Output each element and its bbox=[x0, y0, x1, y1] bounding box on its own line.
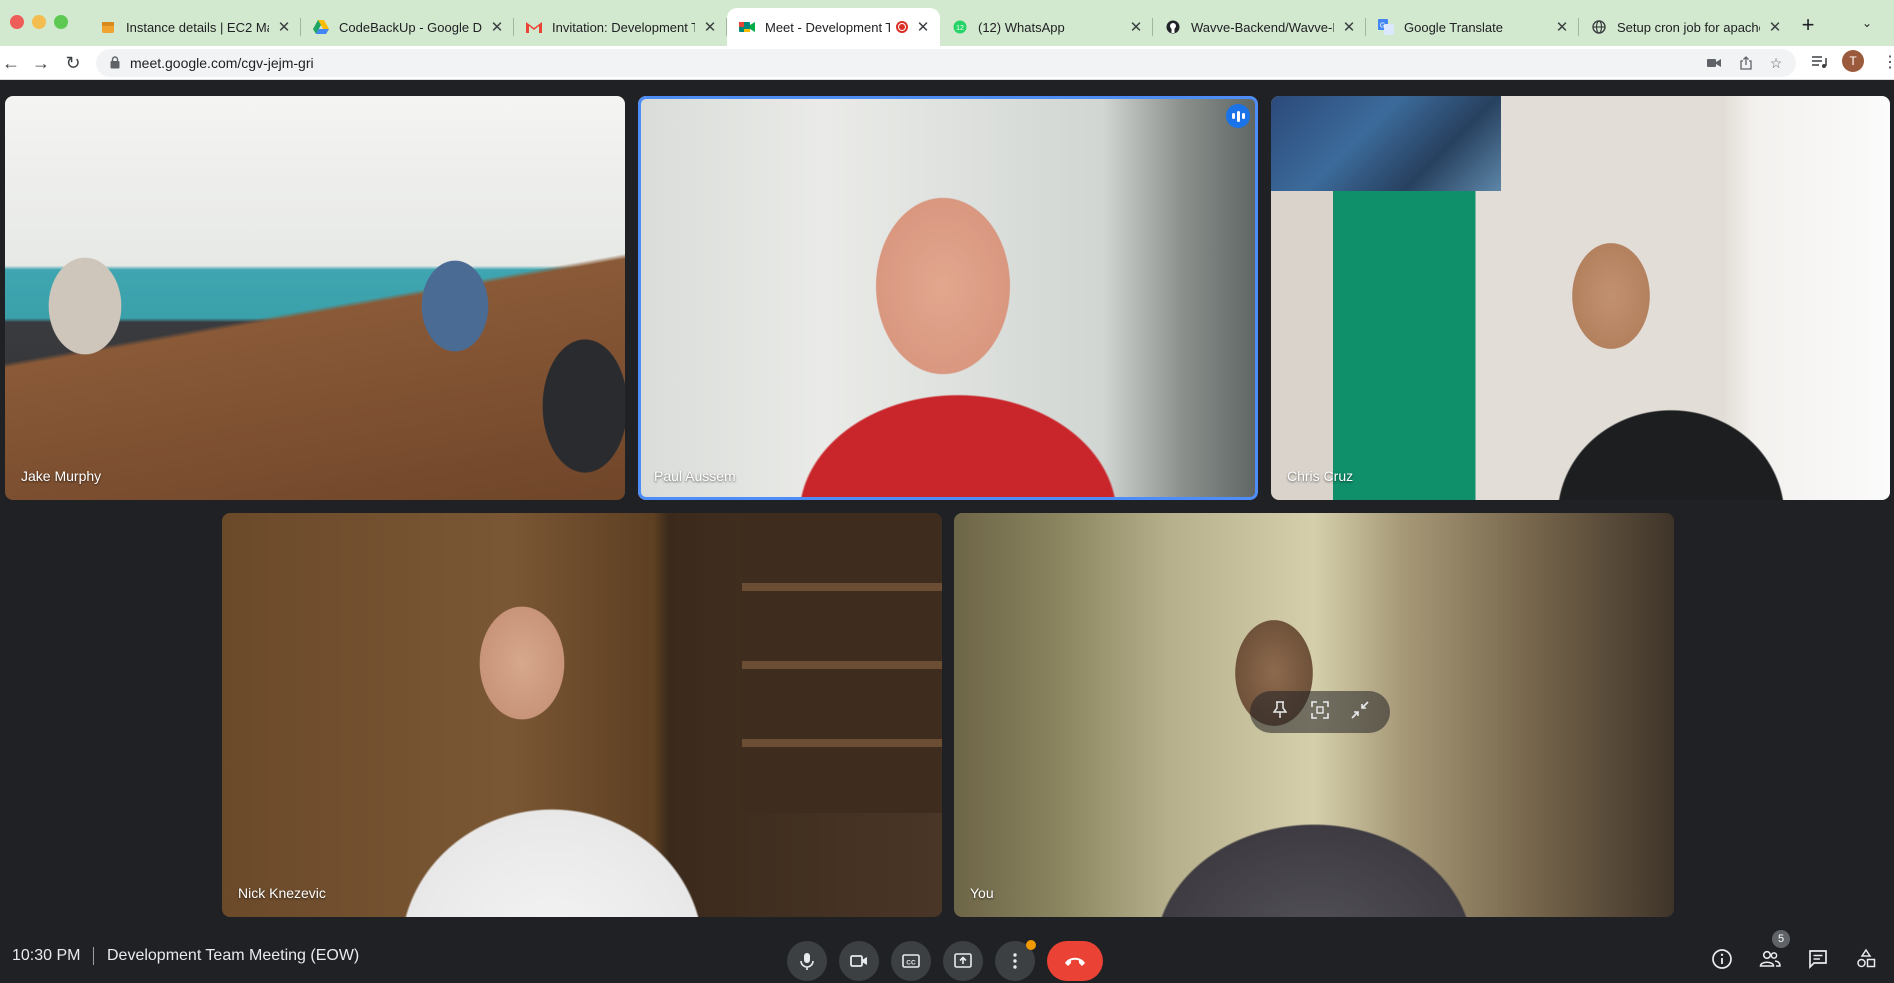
tab-ec2[interactable]: Instance details | EC2 Man ✕ bbox=[88, 8, 301, 46]
tab-title: CodeBackUp - Google Dri bbox=[339, 19, 482, 35]
tab-whatsapp[interactable]: 12 (12) WhatsApp ✕ bbox=[940, 8, 1153, 46]
browser-menu-icon[interactable]: ⋮ bbox=[1882, 52, 1894, 72]
github-icon bbox=[1165, 19, 1181, 35]
activities-icon bbox=[1857, 948, 1876, 968]
hang-up-icon bbox=[1065, 957, 1085, 966]
back-arrow-icon[interactable]: ← bbox=[0, 52, 22, 74]
tab-title: Wavve-Backend/Wavve-B bbox=[1191, 19, 1334, 35]
recording-icon bbox=[896, 21, 908, 33]
fullscreen-icon[interactable] bbox=[1308, 700, 1332, 724]
meeting-details-button[interactable] bbox=[1706, 943, 1738, 975]
svg-text:12: 12 bbox=[956, 25, 964, 32]
meeting-title: Development Team Meeting (EOW) bbox=[107, 947, 360, 964]
tab-google-meet[interactable]: Meet - Development T ✕ bbox=[727, 8, 940, 46]
bookmark-star-icon[interactable]: ☆ bbox=[1768, 55, 1784, 71]
chat-button[interactable] bbox=[1802, 943, 1834, 975]
divider bbox=[93, 947, 94, 965]
microphone-button[interactable] bbox=[787, 941, 827, 981]
mic-icon bbox=[800, 953, 814, 970]
aws-box-icon bbox=[100, 19, 116, 35]
close-icon[interactable]: ✕ bbox=[701, 18, 719, 36]
tab-google-drive[interactable]: CodeBackUp - Google Dri ✕ bbox=[301, 8, 514, 46]
profile-avatar[interactable]: T bbox=[1842, 50, 1864, 72]
tab-title: Setup cron job for apache bbox=[1617, 19, 1760, 35]
address-bar[interactable]: meet.google.com/cgv-jejm-gri ☆ bbox=[96, 49, 1796, 77]
present-button[interactable] bbox=[943, 941, 983, 981]
participant-tile-paul-aussem[interactable]: Paul Aussem bbox=[638, 96, 1258, 500]
forward-arrow-icon[interactable]: → bbox=[30, 52, 52, 74]
tab-search-chevron-icon[interactable]: ⌄ bbox=[1862, 16, 1872, 30]
google-meet-icon bbox=[739, 19, 755, 35]
close-icon[interactable]: ✕ bbox=[275, 18, 293, 36]
participant-tile-you[interactable]: You bbox=[954, 513, 1674, 917]
minimize-icon[interactable] bbox=[1348, 700, 1372, 724]
closed-captions-icon: CC bbox=[902, 954, 920, 968]
whatsapp-icon: 12 bbox=[952, 19, 968, 35]
window-minimize-button[interactable] bbox=[32, 15, 46, 29]
background-painting bbox=[1271, 96, 1501, 191]
more-options-button[interactable] bbox=[995, 940, 1036, 981]
participant-name: Chris Cruz bbox=[1287, 468, 1354, 484]
globe-icon bbox=[1591, 19, 1607, 35]
meet-control-bar: 10:30 PM Development Team Meeting (EOW) … bbox=[0, 925, 1894, 983]
captions-button[interactable]: CC bbox=[891, 941, 931, 981]
chat-icon bbox=[1809, 950, 1827, 970]
participant-tile-nick-knezevic[interactable]: Nick Knezevic bbox=[222, 513, 942, 917]
camera-in-use-icon[interactable] bbox=[1706, 55, 1722, 71]
camera-button[interactable] bbox=[839, 941, 879, 981]
close-icon[interactable]: ✕ bbox=[1340, 18, 1358, 36]
leave-call-button[interactable] bbox=[1047, 941, 1103, 981]
present-screen-icon bbox=[954, 953, 972, 968]
new-tab-button[interactable]: + bbox=[1796, 12, 1820, 38]
share-icon[interactable] bbox=[1738, 55, 1754, 71]
close-icon[interactable]: ✕ bbox=[488, 18, 506, 36]
tab-strip: Instance details | EC2 Man ✕ CodeBackUp … bbox=[88, 8, 1792, 46]
browser-tab-bar: Instance details | EC2 Man ✕ CodeBackUp … bbox=[0, 0, 1894, 46]
tab-title: Invitation: Development Te bbox=[552, 19, 695, 35]
tab-title: Meet - Development T bbox=[765, 19, 890, 35]
tab-title: Google Translate bbox=[1404, 19, 1504, 35]
gmail-icon bbox=[526, 19, 542, 35]
meeting-clock: 10:30 PM bbox=[12, 947, 81, 964]
active-speaker-border bbox=[638, 96, 1258, 500]
tile-hover-controls bbox=[1250, 691, 1390, 733]
google-translate-icon: G bbox=[1378, 19, 1394, 35]
participant-tile-chris-cruz[interactable]: Chris Cruz bbox=[1271, 96, 1890, 500]
participant-name: Nick Knezevic bbox=[238, 885, 326, 901]
tab-cron-apache[interactable]: Setup cron job for apache ✕ bbox=[1579, 8, 1792, 46]
svg-text:G: G bbox=[1380, 23, 1385, 30]
tab-title: Instance details | EC2 Man bbox=[126, 19, 269, 35]
close-icon[interactable]: ✕ bbox=[1766, 18, 1784, 36]
google-drive-icon bbox=[313, 19, 329, 35]
url-text[interactable]: meet.google.com/cgv-jejm-gri bbox=[130, 55, 314, 71]
more-vert-icon bbox=[1013, 953, 1017, 969]
activities-button[interactable] bbox=[1850, 943, 1882, 975]
tab-github[interactable]: Wavve-Backend/Wavve-B ✕ bbox=[1153, 8, 1366, 46]
info-icon bbox=[1712, 949, 1732, 969]
close-icon[interactable]: ✕ bbox=[1127, 18, 1145, 36]
tab-google-translate[interactable]: G Google Translate ✕ bbox=[1366, 8, 1579, 46]
close-icon[interactable]: ✕ bbox=[914, 18, 932, 36]
participant-tile-jake-murphy[interactable]: Jake Murphy bbox=[5, 96, 625, 500]
participant-name: You bbox=[970, 885, 994, 901]
browser-toolbar: ← → ↻ meet.google.com/cgv-jejm-gri ☆ bbox=[0, 46, 1894, 80]
background-bookshelf bbox=[742, 513, 942, 813]
notification-dot bbox=[1026, 940, 1036, 950]
participant-name: Jake Murphy bbox=[21, 468, 102, 484]
audio-level-icon bbox=[1226, 104, 1250, 128]
pin-icon[interactable] bbox=[1268, 700, 1292, 724]
media-controls-icon[interactable] bbox=[1812, 54, 1828, 70]
video-camera-icon bbox=[850, 955, 867, 967]
people-icon bbox=[1759, 950, 1781, 967]
window-close-button[interactable] bbox=[10, 15, 24, 29]
close-icon[interactable]: ✕ bbox=[1553, 18, 1571, 36]
reload-icon[interactable]: ↻ bbox=[62, 52, 84, 74]
tab-title: (12) WhatsApp bbox=[978, 19, 1065, 35]
lock-icon[interactable] bbox=[110, 56, 120, 69]
tab-gmail-invitation[interactable]: Invitation: Development Te ✕ bbox=[514, 8, 727, 46]
svg-text:CC: CC bbox=[906, 960, 916, 967]
participant-count-badge: 5 bbox=[1772, 930, 1790, 948]
window-zoom-button[interactable] bbox=[54, 15, 68, 29]
participant-name: Paul Aussem bbox=[654, 468, 736, 484]
